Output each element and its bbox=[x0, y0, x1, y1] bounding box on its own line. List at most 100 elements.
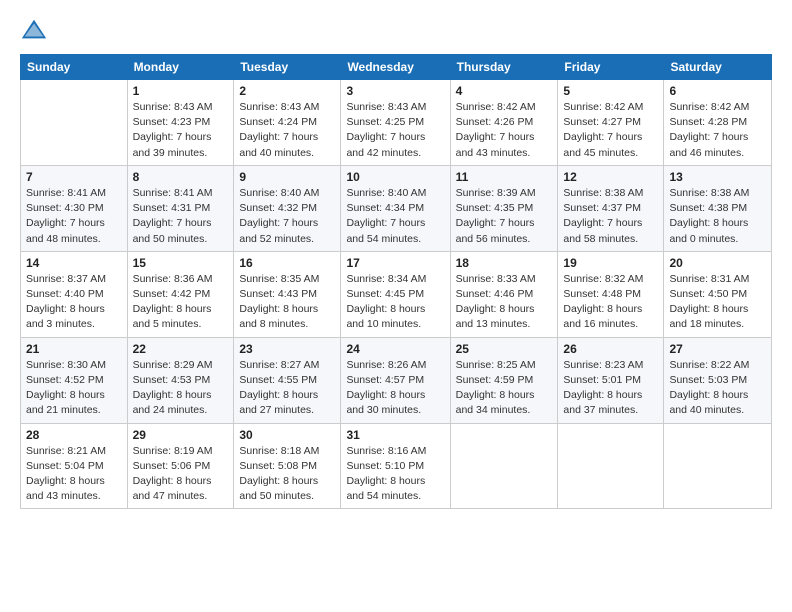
calendar-cell: 16Sunrise: 8:35 AM Sunset: 4:43 PM Dayli… bbox=[234, 251, 341, 337]
day-info: Sunrise: 8:43 AM Sunset: 4:23 PM Dayligh… bbox=[133, 100, 229, 161]
calendar-cell: 2 Sunrise: 8:43 AM Sunset: 4:24 PM Daylig… bbox=[234, 80, 341, 166]
day-info: Sunrise: 8:30 AM Sunset: 4:52 PM Dayligh… bbox=[26, 358, 122, 419]
day-number: 22 bbox=[133, 342, 229, 356]
calendar-header-day: Friday bbox=[558, 55, 664, 80]
calendar-cell: 31 Sunrise: 8:16 AM Sunset: 5:10 PM Dayli… bbox=[341, 423, 450, 509]
day-info: Sunrise: 8:43 AM Sunset: 4:24 PM Dayligh… bbox=[239, 100, 335, 161]
day-info: Sunrise: 8:25 AM Sunset: 4:59 PM Dayligh… bbox=[456, 358, 553, 419]
calendar-cell: 6 Sunrise: 8:42 AM Sunset: 4:28 PM Daylig… bbox=[664, 80, 772, 166]
day-info: Sunrise: 8:41 AM Sunset: 4:30 PM Dayligh… bbox=[26, 186, 122, 247]
day-info: Sunrise: 8:39 AM Sunset: 4:35 PM Dayligh… bbox=[456, 186, 553, 247]
day-info: Sunrise: 8:42 AM Sunset: 4:27 PM Dayligh… bbox=[563, 100, 658, 161]
day-info: Sunrise: 8:18 AM Sunset: 5:08 PM Dayligh… bbox=[239, 444, 335, 505]
calendar-cell: 26 Sunrise: 8:23 AM Sunset: 5:01 PM Dayli… bbox=[558, 337, 664, 423]
header bbox=[20, 16, 772, 44]
calendar-cell: 20Sunrise: 8:31 AM Sunset: 4:50 PM Dayli… bbox=[664, 251, 772, 337]
calendar-cell bbox=[664, 423, 772, 509]
day-info: Sunrise: 8:16 AM Sunset: 5:10 PM Dayligh… bbox=[346, 444, 444, 505]
day-info: Sunrise: 8:42 AM Sunset: 4:28 PM Dayligh… bbox=[669, 100, 766, 161]
day-number: 3 bbox=[346, 84, 444, 98]
day-number: 24 bbox=[346, 342, 444, 356]
day-number: 28 bbox=[26, 428, 122, 442]
calendar-cell: 30 Sunrise: 8:18 AM Sunset: 5:08 PM Dayli… bbox=[234, 423, 341, 509]
calendar-cell: 29Sunrise: 8:19 AM Sunset: 5:06 PM Dayli… bbox=[127, 423, 234, 509]
day-number: 30 bbox=[239, 428, 335, 442]
day-number: 31 bbox=[346, 428, 444, 442]
page: SundayMondayTuesdayWednesdayThursdayFrid… bbox=[0, 0, 792, 612]
day-number: 23 bbox=[239, 342, 335, 356]
day-info: Sunrise: 8:41 AM Sunset: 4:31 PM Dayligh… bbox=[133, 186, 229, 247]
day-info: Sunrise: 8:23 AM Sunset: 5:01 PM Dayligh… bbox=[563, 358, 658, 419]
day-info: Sunrise: 8:38 AM Sunset: 4:37 PM Dayligh… bbox=[563, 186, 658, 247]
day-info: Sunrise: 8:32 AM Sunset: 4:48 PM Dayligh… bbox=[563, 272, 658, 333]
calendar-cell: 9 Sunrise: 8:40 AM Sunset: 4:32 PM Daylig… bbox=[234, 165, 341, 251]
calendar-header-row: SundayMondayTuesdayWednesdayThursdayFrid… bbox=[21, 55, 772, 80]
calendar-cell bbox=[558, 423, 664, 509]
day-number: 6 bbox=[669, 84, 766, 98]
day-number: 21 bbox=[26, 342, 122, 356]
calendar-cell: 11 Sunrise: 8:39 AM Sunset: 4:35 PM Dayli… bbox=[450, 165, 558, 251]
calendar-cell: 10Sunrise: 8:40 AM Sunset: 4:34 PM Dayli… bbox=[341, 165, 450, 251]
calendar-cell: 24Sunrise: 8:26 AM Sunset: 4:57 PM Dayli… bbox=[341, 337, 450, 423]
calendar-cell: 19 Sunrise: 8:32 AM Sunset: 4:48 PM Dayli… bbox=[558, 251, 664, 337]
calendar-cell: 5 Sunrise: 8:42 AM Sunset: 4:27 PM Daylig… bbox=[558, 80, 664, 166]
calendar-cell: 8 Sunrise: 8:41 AM Sunset: 4:31 PM Daylig… bbox=[127, 165, 234, 251]
day-number: 10 bbox=[346, 170, 444, 184]
day-number: 4 bbox=[456, 84, 553, 98]
day-number: 1 bbox=[133, 84, 229, 98]
day-info: Sunrise: 8:38 AM Sunset: 4:38 PM Dayligh… bbox=[669, 186, 766, 247]
calendar-table: SundayMondayTuesdayWednesdayThursdayFrid… bbox=[20, 54, 772, 509]
day-number: 25 bbox=[456, 342, 553, 356]
day-number: 5 bbox=[563, 84, 658, 98]
day-info: Sunrise: 8:42 AM Sunset: 4:26 PM Dayligh… bbox=[456, 100, 553, 161]
calendar-cell: 15Sunrise: 8:36 AM Sunset: 4:42 PM Dayli… bbox=[127, 251, 234, 337]
calendar-header-day: Saturday bbox=[664, 55, 772, 80]
day-info: Sunrise: 8:27 AM Sunset: 4:55 PM Dayligh… bbox=[239, 358, 335, 419]
day-info: Sunrise: 8:19 AM Sunset: 5:06 PM Dayligh… bbox=[133, 444, 229, 505]
day-number: 14 bbox=[26, 256, 122, 270]
day-number: 8 bbox=[133, 170, 229, 184]
calendar-cell: 13Sunrise: 8:38 AM Sunset: 4:38 PM Dayli… bbox=[664, 165, 772, 251]
day-info: Sunrise: 8:37 AM Sunset: 4:40 PM Dayligh… bbox=[26, 272, 122, 333]
day-info: Sunrise: 8:31 AM Sunset: 4:50 PM Dayligh… bbox=[669, 272, 766, 333]
day-number: 18 bbox=[456, 256, 553, 270]
logo bbox=[20, 16, 52, 44]
day-info: Sunrise: 8:21 AM Sunset: 5:04 PM Dayligh… bbox=[26, 444, 122, 505]
day-number: 27 bbox=[669, 342, 766, 356]
day-number: 19 bbox=[563, 256, 658, 270]
calendar-cell: 25 Sunrise: 8:25 AM Sunset: 4:59 PM Dayli… bbox=[450, 337, 558, 423]
calendar-cell: 7 Sunrise: 8:41 AM Sunset: 4:30 PM Daylig… bbox=[21, 165, 128, 251]
day-number: 16 bbox=[239, 256, 335, 270]
calendar-cell: 18 Sunrise: 8:33 AM Sunset: 4:46 PM Dayli… bbox=[450, 251, 558, 337]
calendar-cell: 1 Sunrise: 8:43 AM Sunset: 4:23 PM Daylig… bbox=[127, 80, 234, 166]
day-info: Sunrise: 8:29 AM Sunset: 4:53 PM Dayligh… bbox=[133, 358, 229, 419]
calendar-week-row: 21 Sunrise: 8:30 AM Sunset: 4:52 PM Dayli… bbox=[21, 337, 772, 423]
calendar-cell: 28 Sunrise: 8:21 AM Sunset: 5:04 PM Dayli… bbox=[21, 423, 128, 509]
calendar-header-day: Monday bbox=[127, 55, 234, 80]
day-number: 15 bbox=[133, 256, 229, 270]
day-number: 7 bbox=[26, 170, 122, 184]
calendar-cell: 12 Sunrise: 8:38 AM Sunset: 4:37 PM Dayli… bbox=[558, 165, 664, 251]
day-info: Sunrise: 8:22 AM Sunset: 5:03 PM Dayligh… bbox=[669, 358, 766, 419]
day-number: 2 bbox=[239, 84, 335, 98]
calendar-cell bbox=[450, 423, 558, 509]
calendar-week-row: 7 Sunrise: 8:41 AM Sunset: 4:30 PM Daylig… bbox=[21, 165, 772, 251]
calendar-header-day: Thursday bbox=[450, 55, 558, 80]
day-number: 11 bbox=[456, 170, 553, 184]
day-info: Sunrise: 8:43 AM Sunset: 4:25 PM Dayligh… bbox=[346, 100, 444, 161]
calendar-cell: 23 Sunrise: 8:27 AM Sunset: 4:55 PM Dayli… bbox=[234, 337, 341, 423]
day-number: 12 bbox=[563, 170, 658, 184]
calendar-cell: 22 Sunrise: 8:29 AM Sunset: 4:53 PM Dayli… bbox=[127, 337, 234, 423]
calendar-header-day: Wednesday bbox=[341, 55, 450, 80]
calendar-cell: 3 Sunrise: 8:43 AM Sunset: 4:25 PM Daylig… bbox=[341, 80, 450, 166]
calendar-week-row: 1 Sunrise: 8:43 AM Sunset: 4:23 PM Daylig… bbox=[21, 80, 772, 166]
calendar-cell: 4 Sunrise: 8:42 AM Sunset: 4:26 PM Daylig… bbox=[450, 80, 558, 166]
day-info: Sunrise: 8:33 AM Sunset: 4:46 PM Dayligh… bbox=[456, 272, 553, 333]
calendar-cell: 17Sunrise: 8:34 AM Sunset: 4:45 PM Dayli… bbox=[341, 251, 450, 337]
day-number: 9 bbox=[239, 170, 335, 184]
day-info: Sunrise: 8:40 AM Sunset: 4:32 PM Dayligh… bbox=[239, 186, 335, 247]
logo-icon bbox=[20, 16, 48, 44]
day-number: 26 bbox=[563, 342, 658, 356]
calendar-cell bbox=[21, 80, 128, 166]
calendar-cell: 14 Sunrise: 8:37 AM Sunset: 4:40 PM Dayli… bbox=[21, 251, 128, 337]
